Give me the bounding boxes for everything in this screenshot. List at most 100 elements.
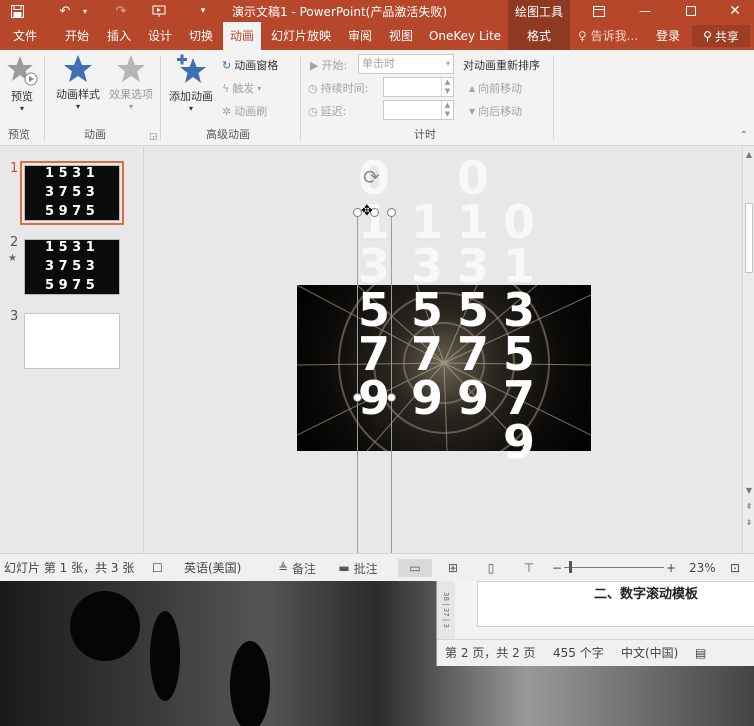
spellcheck-icon[interactable]: ☐ [152, 554, 163, 582]
tab-format[interactable]: 格式 [508, 22, 570, 50]
animation-painter-button[interactable]: ✲ 动画刷 [222, 102, 267, 120]
fit-slide-icon[interactable]: ⊡ [730, 554, 740, 582]
start-select[interactable]: 单击时 ▾ [358, 54, 454, 74]
comments-button[interactable]: ▬ 批注 [334, 559, 382, 577]
maximize-icon[interactable] [668, 0, 714, 22]
lightning-icon: ϟ [222, 81, 230, 95]
animation-pane-icon: ↻ [222, 58, 232, 72]
layout-icon[interactable]: ▤ [695, 640, 706, 667]
slide-thumbnail-1[interactable]: 1 5 3 1 3 7 5 3 5 9 7 5 [20, 161, 124, 225]
login-link[interactable]: 登录 [656, 22, 680, 50]
add-animation-button[interactable]: 添加动画 ▾ [164, 54, 218, 113]
background-shape [230, 641, 270, 726]
tab-design[interactable]: 设计 [140, 22, 180, 50]
tab-transitions[interactable]: 切换 [180, 22, 222, 50]
notes-button[interactable]: ≜ 备注 [272, 559, 322, 577]
move-later-button[interactable]: ▼ 向后移动 [469, 102, 522, 120]
chevron-down-icon: ▾ [257, 83, 262, 93]
delay-stepper[interactable]: ▲ ▼ [441, 101, 453, 119]
triangle-up-icon: ▲ [469, 83, 476, 93]
language-indicator[interactable]: 英语(美国) [184, 554, 241, 582]
slide-number: 1 [10, 161, 19, 176]
scrollbar-thumb[interactable] [745, 203, 753, 273]
normal-view-button[interactable]: ▭ [398, 559, 432, 577]
previous-slide-icon[interactable]: ⇞ [744, 501, 754, 513]
resize-handle[interactable] [353, 393, 362, 402]
animation-star-icon: ★ [8, 253, 17, 264]
resize-handle[interactable] [387, 208, 396, 217]
rotate-handle-icon[interactable]: ⟳ [363, 165, 380, 189]
move-earlier-button[interactable]: ▲ 向前移动 [469, 79, 522, 97]
tell-me-text: 告诉我... [590, 29, 639, 43]
painter-icon: ✲ [222, 104, 232, 118]
effect-options-button[interactable]: 效果选项 ▾ [104, 54, 158, 111]
language-indicator: 中文(中国) [621, 646, 679, 660]
save-icon[interactable] [6, 0, 28, 22]
zoom-level[interactable]: 23% [689, 554, 716, 582]
duration-stepper[interactable]: ▲ ▼ [441, 78, 453, 96]
group-separator [160, 56, 161, 140]
play-icon: ▶ [310, 58, 319, 72]
document-heading: 二、数字滚动模板 [594, 587, 699, 602]
tab-slideshow[interactable]: 幻灯片放映 [264, 22, 338, 50]
reading-view-button[interactable]: ▯ [478, 559, 504, 577]
preview-button[interactable]: 预览 ▾ [4, 54, 40, 113]
undo-dropdown-icon[interactable]: ▾ [78, 0, 92, 22]
tab-onekey-lite[interactable]: OneKey Lite [424, 22, 506, 50]
tab-view[interactable]: 视图 [381, 22, 421, 50]
slide-thumbnail-3[interactable] [24, 313, 120, 369]
selection-border [357, 215, 358, 553]
animation-group-label: 动画 [84, 128, 106, 141]
animation-pane-button[interactable]: ↻ 动画窗格 [222, 56, 278, 74]
close-icon[interactable]: ✕ [712, 0, 754, 22]
share-button[interactable]: ⚲ 共享 [692, 25, 750, 47]
chevron-down-icon: ▾ [445, 59, 450, 68]
next-slide-icon[interactable]: ⇟ [744, 517, 754, 529]
trigger-button[interactable]: ϟ 触发 ▾ [222, 79, 261, 97]
slide-thumbnail-2[interactable]: 1 5 3 1 3 7 5 3 5 9 7 5 [24, 239, 120, 295]
tell-me-box[interactable]: ♀ 告诉我... [578, 22, 638, 50]
customize-qat-icon[interactable]: ▾ [196, 0, 210, 22]
undo-icon[interactable]: ↶ [54, 0, 76, 22]
slideshow-button[interactable]: ⊤ [516, 559, 542, 577]
minimize-icon[interactable]: — [622, 0, 668, 22]
group-separator [44, 56, 45, 140]
word-window: 38 | 37 | 3 二、数字滚动模板 第 2 页，共 2 页 455 个字 … [436, 581, 754, 666]
page-info: 第 2 页，共 2 页 [445, 646, 536, 660]
reorder-label: 对动画重新排序 [463, 59, 540, 72]
background-shape [70, 591, 140, 661]
comment-icon: ▬ [338, 561, 350, 575]
zoom-in-icon[interactable]: + [666, 554, 676, 582]
slide-thumbnail-pane: 1 1 5 3 1 3 7 5 3 5 9 7 5 2 ★ 1 5 3 1 3 … [0, 147, 144, 553]
delay-field[interactable]: ▲ ▼ [383, 100, 454, 120]
tab-review[interactable]: 审阅 [341, 22, 379, 50]
zoom-slider[interactable] [564, 567, 664, 568]
zoom-slider-knob[interactable] [569, 561, 572, 573]
redo-icon[interactable]: ↷ [110, 0, 132, 22]
duration-field[interactable]: ▲ ▼ [383, 77, 454, 97]
reading-view-icon: ▯ [487, 561, 495, 575]
chevron-down-icon: ▾ [75, 102, 80, 111]
tab-insert[interactable]: 插入 [98, 22, 140, 50]
document-title: 演示文稿1 - PowerPoint(产品激活失败) [232, 5, 448, 19]
slide-sorter-button[interactable]: ⊞ [440, 559, 466, 577]
scroll-up-icon[interactable]: ▲ [744, 149, 754, 161]
chevron-down-icon: ▾ [19, 104, 24, 113]
ribbon-display-icon[interactable] [576, 0, 622, 22]
advanced-animation-group-label: 高级动画 [206, 128, 250, 141]
collapse-ribbon-icon[interactable]: ⌃ [740, 130, 748, 141]
vertical-scrollbar[interactable]: ▲ ▼ ⇞ ⇟ [742, 147, 754, 553]
resize-handle[interactable] [387, 393, 396, 402]
ribbon-tabs: 文件 开始 插入 设计 切换 动画 幻灯片放映 审阅 视图 OneKey Lit… [0, 22, 754, 50]
scroll-down-icon[interactable]: ▼ [744, 485, 754, 497]
tab-home[interactable]: 开始 [56, 22, 98, 50]
present-icon[interactable] [148, 0, 170, 22]
tab-animations[interactable]: 动画 [223, 22, 261, 50]
dialog-launcher-icon[interactable]: ◲ [149, 132, 158, 142]
zoom-out-icon[interactable]: − [552, 554, 562, 582]
tab-file[interactable]: 文件 [4, 22, 46, 50]
vertical-ruler: 38 | 37 | 3 [437, 581, 455, 639]
ribbon-body: 预览 ▾ 预览 动画样式 ▾ 效果选项 ▾ 动画 ◲ 添加动画 ▾ ↻ 动画窗格… [0, 50, 754, 146]
slide-canvas[interactable]: 01357913579013579013579 ⟳ ✥ [145, 147, 742, 553]
animation-styles-button[interactable]: 动画样式 ▾ [50, 54, 106, 111]
